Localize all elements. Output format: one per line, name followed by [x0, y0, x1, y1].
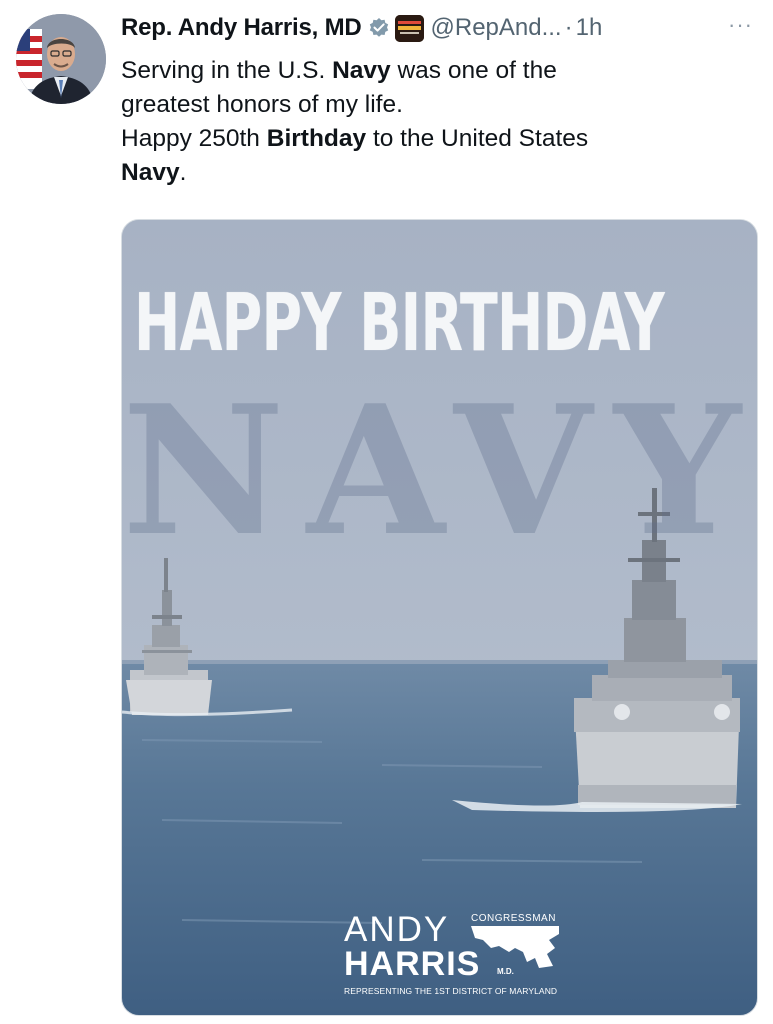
separator-dot: · — [564, 14, 573, 41]
text-segment: was one of the — [390, 57, 557, 84]
text-bold-segment: Birthday — [266, 125, 367, 152]
post-timestamp[interactable]: 1h — [576, 14, 603, 42]
author-avatar[interactable] — [16, 14, 106, 104]
verified-badge-icon[interactable] — [368, 17, 390, 39]
text-segment: Serving in the U.S. — [121, 57, 333, 84]
text-bold-segment: Navy — [121, 159, 180, 186]
congressman-logo: ANDY CONGRESSMAN HARRIS M.D. REPRESENTIN… — [344, 910, 644, 1000]
avatar-image — [16, 14, 106, 104]
logo-tagline: REPRESENTING THE 1ST DISTRICT OF MARYLAN… — [344, 986, 558, 996]
happy-birthday-headline: HAPPY BIRTHDAY — [134, 277, 665, 369]
affiliation-badge-icon[interactable] — [394, 14, 424, 42]
text-bold-segment: Navy — [332, 57, 391, 84]
author-display-name[interactable]: Rep. Andy Harris, MD — [121, 14, 362, 42]
navy-watermark-text: NAVY — [122, 366, 758, 575]
tweet-header: Rep. Andy Harris, MD @RepAnd... · 1h ··· — [121, 10, 761, 46]
text-segment: . — [179, 159, 187, 186]
text-segment: to the United States — [366, 125, 589, 152]
tweet-text: Serving in the U.S. Navy was one of the … — [121, 54, 741, 190]
text-line-4: Navy. — [121, 156, 741, 190]
more-options-icon[interactable]: ··· — [728, 14, 753, 36]
text-line-1: Serving in the U.S. Navy was one of the — [121, 54, 741, 88]
tweet[interactable]: Rep. Andy Harris, MD @RepAnd... · 1h ···… — [0, 0, 773, 1024]
author-handle[interactable]: @RepAnd... — [431, 14, 562, 42]
text-segment: Happy 250th — [121, 125, 267, 152]
text-line-2: greatest honors of my life. — [121, 91, 403, 118]
logo-last-name: HARRIS — [344, 945, 481, 983]
maryland-map-icon — [471, 926, 559, 968]
tweet-media-image[interactable]: NAVY HAPPY BIRTHDAY ANDY CONGRESSMAN HAR… — [121, 219, 758, 1016]
logo-suffix: M.D. — [497, 967, 514, 976]
text-line-3: Happy 250th Birthday to the United State… — [121, 122, 741, 156]
